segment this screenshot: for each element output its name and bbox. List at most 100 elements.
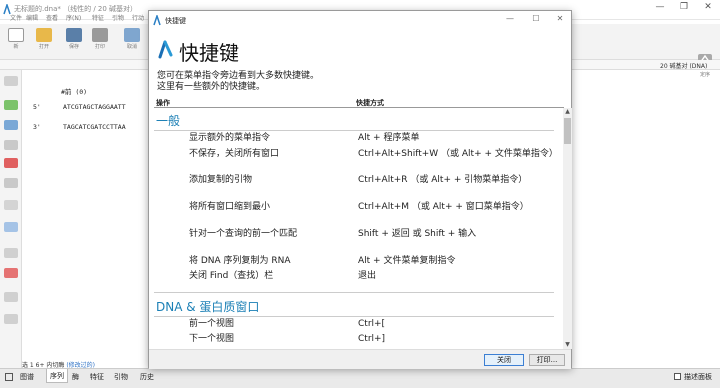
tab-history[interactable]: 历史 <box>140 372 154 382</box>
section-divider <box>154 316 554 317</box>
new-doc-icon <box>8 28 24 42</box>
primer-icon[interactable] <box>4 292 18 302</box>
bottom-tab-bar: 图谱 序列 酶 特征 引物 历史 描述面板 <box>0 368 720 388</box>
section-divider <box>154 130 554 131</box>
dialog-maximize-icon[interactable]: ☐ <box>529 14 543 23</box>
dialog-footer: 关闭 打印... <box>149 349 571 369</box>
menu-features[interactable]: 特征 <box>92 13 104 22</box>
dialog-titlebar: 快捷键 — ☐ ✕ <box>149 11 571 29</box>
printer-icon <box>92 28 108 42</box>
translate-icon[interactable] <box>4 222 18 232</box>
close-button[interactable]: 关闭 <box>484 354 524 366</box>
line-icon[interactable] <box>4 140 18 150</box>
arrow-right-icon[interactable] <box>4 100 18 110</box>
shortcut-row: 显示额外的菜单指令 Alt + 程序菜单 <box>189 133 559 145</box>
dialog-minimize-icon[interactable]: — <box>503 14 517 23</box>
folder-icon <box>36 28 52 42</box>
three-prime-label: 3' <box>33 123 41 131</box>
column-header-shortcut: 快捷方式 <box>356 99 384 107</box>
section-heading-dna-protein: DNA & 蛋白质窗口 <box>156 300 260 314</box>
shortcut-action: 不保存，关闭所有窗口 <box>189 149 280 159</box>
dialog-intro: 您可在菜单指令旁边看到大多数快捷键。 这里有一些额外的快捷键。 <box>157 71 557 93</box>
shortcut-list[interactable]: 一般 显示额外的菜单指令 Alt + 程序菜单 不保存，关闭所有窗口 Ctrl+… <box>154 108 564 349</box>
open-button[interactable]: 打开 <box>32 26 56 50</box>
print-button[interactable]: 打印 <box>88 26 112 50</box>
shortcut-keys: Ctrl+Alt+Shift+W （或 Alt+ + 文件菜单指令） <box>358 149 558 159</box>
minimize-icon[interactable]: — <box>652 2 668 12</box>
shortcut-row: 将所有窗口缩到最小 Ctrl+Alt+M （或 Alt+ + 窗口菜单指令） <box>189 202 559 224</box>
close-icon[interactable]: ✕ <box>700 2 716 12</box>
shortcut-row: 关闭 Find（查找）栏 退出 <box>189 271 559 283</box>
table-header: 操作 快捷方式 <box>154 97 564 108</box>
undo-icon <box>124 28 140 42</box>
five-prime-label: 5' <box>33 103 41 111</box>
menu-actions[interactable]: 行动 <box>132 13 144 22</box>
sequence-ruler: #前 (0) <box>61 88 88 96</box>
shortcut-keys: Alt + 程序菜单 <box>358 133 420 143</box>
menu-file[interactable]: 文件 <box>10 13 22 22</box>
section-heading-general: 一般 <box>156 114 181 128</box>
scroll-down-icon[interactable]: ▼ <box>563 341 572 349</box>
shortcut-row: 针对一个查询的前一个匹配 Shift + 返回 或 Shift + 输入 <box>189 229 559 251</box>
tab-features[interactable]: 特征 <box>90 372 104 382</box>
zoom-icon[interactable] <box>4 200 18 210</box>
format-icon[interactable] <box>4 248 18 258</box>
shortcut-keys: Ctrl+[ <box>358 319 386 329</box>
section-divider <box>154 292 554 293</box>
shortcut-row: 前一个视图 Ctrl+[ <box>189 319 559 331</box>
shortcut-row: 下一个视图 Ctrl+] <box>189 334 559 346</box>
shortcut-row: 将 DNA 序列复制为 RNA Alt + 文件菜单复制指令 <box>189 256 559 268</box>
layout-icon[interactable] <box>5 373 13 381</box>
intro-line-2: 这里有一些额外的快捷键。 <box>157 82 266 92</box>
view-icon[interactable] <box>4 76 18 86</box>
tab-enzymes[interactable]: 酶 <box>72 372 79 382</box>
description-panel-checkbox[interactable] <box>674 373 681 380</box>
shortcut-action: 关闭 Find（查找）栏 <box>189 271 274 281</box>
enzyme-icon[interactable] <box>4 268 18 278</box>
vertical-scrollbar[interactable]: ▲ ▼ <box>563 108 572 349</box>
shortcut-row: 添加复制的引物 Ctrl+Alt+R （或 Alt+ + 引物菜单指令） <box>189 175 559 197</box>
sequence-view[interactable]: #前 (0) 5' ATCGTAGCTAGGAATT 3' TAGCATCGAT… <box>23 70 148 360</box>
shortcut-action: 前一个视图 <box>189 319 235 329</box>
tab-sequence[interactable]: 序列 <box>46 369 68 383</box>
shortcut-keys: Shift + 返回 或 Shift + 输入 <box>358 229 477 239</box>
undo-button[interactable]: 取消 <box>120 26 144 50</box>
tab-map[interactable]: 图谱 <box>20 372 34 382</box>
intro-line-1: 您可在菜单指令旁边看到大多数快捷键。 <box>157 71 320 81</box>
dialog-heading: 快捷键 <box>179 41 239 65</box>
menu-sequence[interactable]: 序(N) <box>66 13 81 22</box>
new-button[interactable]: 新 <box>4 26 28 50</box>
dialog-app-icon <box>153 15 161 26</box>
maximize-icon[interactable]: ❐ <box>676 2 692 12</box>
shortcut-action: 针对一个查询的前一个匹配 <box>189 229 298 239</box>
dialog-close-icon[interactable]: ✕ <box>553 14 567 23</box>
shortcut-keys: Ctrl+Alt+M （或 Alt+ + 窗口菜单指令） <box>358 202 529 212</box>
shortcut-keys: Ctrl+] <box>358 334 386 344</box>
shortcut-keys: Alt + 文件菜单复制指令 <box>358 256 456 266</box>
menu-primers[interactable]: 引物 <box>112 13 124 22</box>
shortcut-keys: Ctrl+Alt+R （或 Alt+ + 引物菜单指令） <box>358 175 528 185</box>
dots-icon[interactable] <box>4 178 18 188</box>
bottom-strand: TAGCATCGATCCTTAA <box>63 123 126 131</box>
print-dialog-button[interactable]: 打印... <box>529 354 565 366</box>
column-header-action: 操作 <box>156 99 170 107</box>
shortcut-action: 将 DNA 序列复制为 RNA <box>189 256 291 266</box>
menu-view[interactable]: 查看 <box>46 13 58 22</box>
select-icon[interactable] <box>4 120 18 130</box>
description-panel-label: 描述面板 <box>684 373 712 381</box>
left-tool-strip <box>0 70 22 370</box>
snapgene-logo-icon <box>158 40 173 59</box>
scroll-thumb[interactable] <box>564 118 571 144</box>
feature-icon[interactable] <box>4 314 18 324</box>
scroll-up-icon[interactable]: ▲ <box>563 108 572 116</box>
shortcut-action: 下一个视图 <box>189 334 235 344</box>
save-icon <box>66 28 82 42</box>
save-button[interactable]: 保存 <box>62 26 86 50</box>
shortcut-row: 不保存，关闭所有窗口 Ctrl+Alt+Shift+W （或 Alt+ + 文件… <box>189 149 559 171</box>
menu-edit[interactable]: 编辑 <box>26 13 38 22</box>
shortcut-action: 将所有窗口缩到最小 <box>189 202 271 212</box>
tab-primers[interactable]: 引物 <box>114 372 128 382</box>
shortcut-action: 添加复制的引物 <box>189 175 253 185</box>
marker-icon[interactable] <box>4 158 18 168</box>
shortcuts-dialog: 快捷键 — ☐ ✕ 快捷键 您可在菜单指令旁边看到大多数快捷键。 这里有一些额外… <box>148 10 572 369</box>
